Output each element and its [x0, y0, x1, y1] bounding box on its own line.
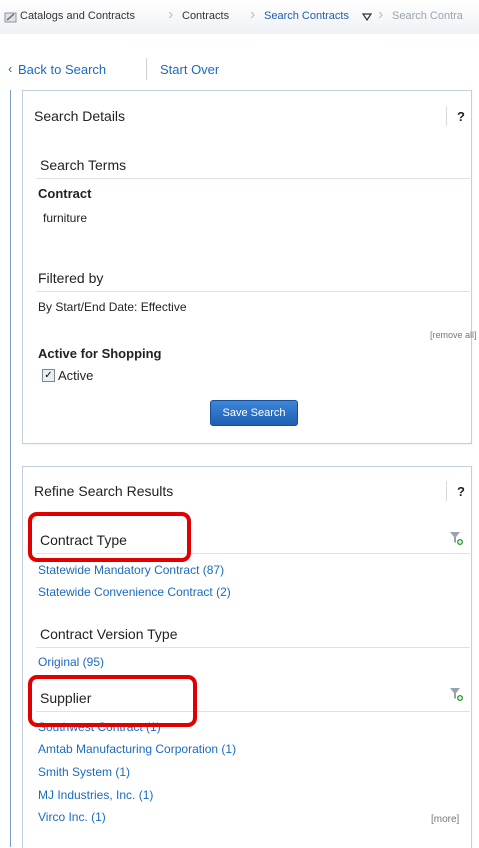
divider: [36, 291, 470, 292]
contract-version-type-heading: Contract Version Type: [40, 626, 178, 642]
contract-type-heading: Contract Type: [40, 532, 127, 548]
help-icon[interactable]: ?: [457, 484, 465, 499]
active-checkbox-label: Active: [58, 368, 94, 383]
back-to-search-link[interactable]: Back to Search: [18, 62, 106, 77]
contract-type-option[interactable]: Statewide Mandatory Contract (87): [38, 563, 224, 577]
more-link[interactable]: [more]: [431, 814, 459, 825]
help-divider: [446, 481, 447, 501]
remove-all-link[interactable]: [remove all]: [430, 330, 477, 340]
refine-results-title: Refine Search Results: [34, 483, 174, 499]
contract-value: furniture: [43, 211, 88, 225]
supplier-option[interactable]: MJ Industries, Inc. (1): [38, 788, 153, 802]
filtered-by-heading: Filtered by: [38, 270, 104, 286]
nav-divider: [146, 58, 147, 80]
catalog-icon: [4, 12, 17, 23]
supplier-option[interactable]: Smith System (1): [38, 765, 130, 779]
filter-add-icon[interactable]: [449, 531, 463, 545]
supplier-heading: Supplier: [40, 690, 92, 706]
search-terms-heading: Search Terms: [40, 157, 127, 173]
help-divider: [446, 106, 447, 126]
breadcrumb: Catalogs and Contracts › Contracts › Sea…: [0, 0, 479, 35]
breadcrumb-separator: ›: [378, 6, 384, 23]
divider: [36, 647, 470, 648]
filter-value: By Start/End Date: Effective: [38, 300, 187, 314]
active-checkbox[interactable]: ✓: [42, 369, 55, 382]
breadcrumb-contracts[interactable]: Contracts: [182, 10, 229, 22]
divider: [36, 178, 470, 179]
search-details-panel: [22, 90, 472, 444]
save-search-button[interactable]: Save Search: [210, 400, 298, 426]
supplier-option[interactable]: Amtab Manufacturing Corporation (1): [38, 742, 236, 756]
search-nav: ‹ Back to Search Start Over: [0, 34, 479, 86]
breadcrumb-current: Search Contra: [392, 10, 463, 22]
breadcrumb-catalogs[interactable]: Catalogs and Contracts: [20, 10, 135, 22]
help-icon[interactable]: ?: [457, 109, 465, 124]
contract-type-option[interactable]: Statewide Convenience Contract (2): [38, 585, 231, 599]
filter-add-icon[interactable]: [449, 687, 463, 701]
supplier-option[interactable]: Southwest Contract (1): [38, 720, 161, 734]
divider: [36, 553, 470, 554]
breadcrumb-separator: ›: [250, 6, 256, 23]
search-details-title: Search Details: [34, 108, 126, 124]
left-border: [10, 90, 11, 847]
version-type-option[interactable]: Original (95): [38, 655, 104, 669]
back-icon[interactable]: ‹: [8, 61, 12, 76]
start-over-link[interactable]: Start Over: [160, 62, 219, 77]
breadcrumb-separator: ›: [168, 6, 174, 23]
breadcrumb-search-contracts[interactable]: Search Contracts: [264, 10, 349, 22]
contract-label: Contract: [38, 186, 92, 201]
active-for-shopping-label: Active for Shopping: [38, 346, 162, 361]
divider: [36, 711, 470, 712]
chevron-down-icon[interactable]: [362, 13, 372, 21]
supplier-option[interactable]: Virco Inc. (1): [38, 810, 106, 824]
